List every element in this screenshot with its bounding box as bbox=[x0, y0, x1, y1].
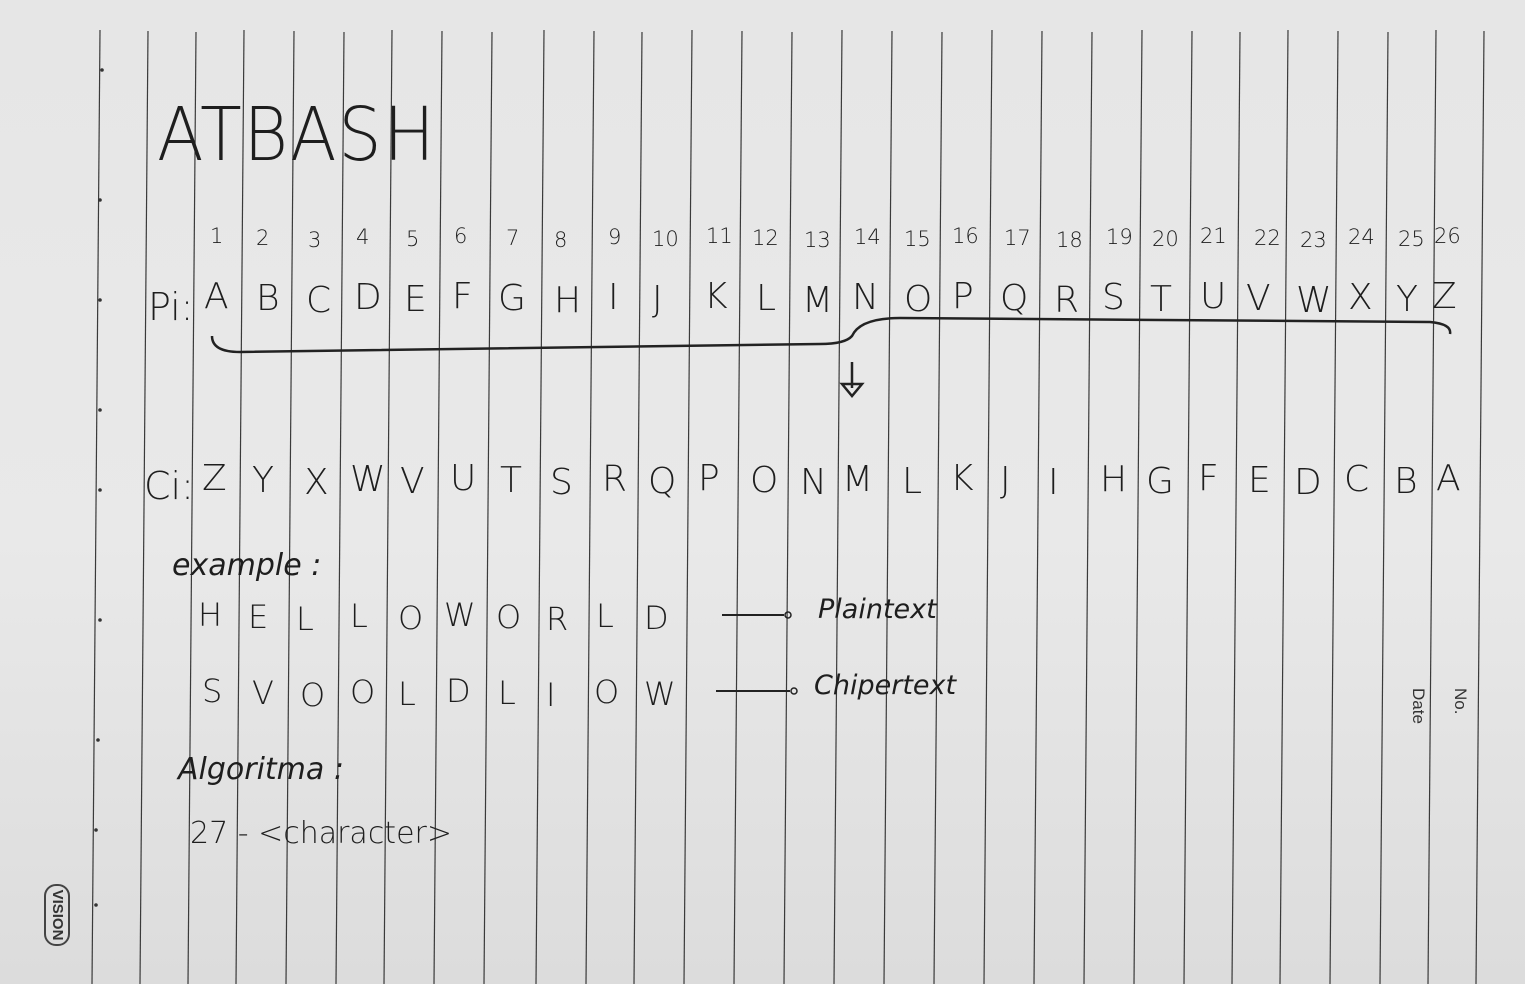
margin-date-label: Date bbox=[1409, 688, 1428, 724]
algorithm-formula: 27 - <character> bbox=[190, 816, 453, 851]
plaintext-note: Plaintext bbox=[818, 594, 937, 625]
ciphertext-letter: V bbox=[252, 674, 274, 712]
ciphertext-letter: W bbox=[644, 675, 676, 713]
ciphertext-letter: O bbox=[350, 673, 376, 711]
ciphertext-letter: S bbox=[202, 672, 223, 710]
algorithm-label: Algoritma : bbox=[178, 752, 344, 787]
ciphertext-letter: L bbox=[398, 675, 416, 713]
ciphertext-letter: O bbox=[300, 676, 326, 714]
ciphertext-letter: L bbox=[498, 674, 516, 712]
ciphertext-letter: O bbox=[594, 673, 620, 711]
margin-no-label: No. bbox=[1451, 688, 1470, 715]
brand-logo: VISION bbox=[44, 884, 70, 946]
ciphertext-letter: D bbox=[446, 672, 471, 710]
ciphertext-letter: I bbox=[546, 676, 556, 714]
ciphertext-note: Chipertext bbox=[814, 670, 957, 701]
